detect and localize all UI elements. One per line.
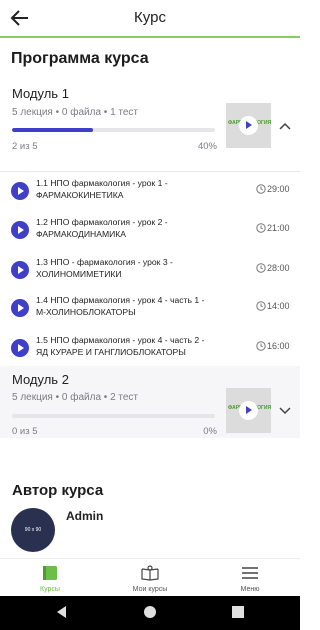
lesson-title: 1.5 НПО фармакология - урок 4 - часть 2 … bbox=[36, 335, 205, 357]
lesson-duration: 21:00 bbox=[267, 223, 290, 233]
module-meta: 5 лекция • 0 файла • 2 тест bbox=[12, 392, 139, 403]
nav-label: Меню bbox=[240, 586, 260, 593]
lesson-list: 1.1 НПО фармакология - урок 1 - ФАРМАКОК… bbox=[0, 171, 300, 357]
play-icon[interactable] bbox=[11, 299, 29, 317]
app-bar: Курс bbox=[0, 0, 300, 38]
clock-icon bbox=[256, 301, 266, 311]
module-thumbnail[interactable]: ФАРМАКОЛОГИЯ bbox=[226, 388, 271, 433]
nav-item-courses[interactable]: Курсы bbox=[0, 559, 100, 597]
nav-item-my-courses[interactable]: Мои курсы bbox=[100, 559, 200, 597]
page-title: Курс bbox=[134, 9, 166, 26]
lesson-item[interactable]: 1.2 НПО фармакология - урок 2 - ФАРМАКОД… bbox=[0, 211, 300, 249]
play-icon[interactable] bbox=[11, 339, 29, 357]
lesson-duration: 16:00 bbox=[267, 341, 290, 351]
module-progress-fill bbox=[12, 128, 94, 132]
lesson-title: 1.2 НПО фармакология - урок 2 - ФАРМАКОД… bbox=[36, 217, 168, 239]
module-progress-percent: 0% bbox=[203, 426, 217, 437]
nav-item-menu[interactable]: Меню bbox=[200, 559, 300, 597]
module-progress-bar bbox=[12, 414, 215, 418]
system-back-icon[interactable] bbox=[55, 605, 69, 619]
clock-icon bbox=[256, 341, 266, 351]
author-name[interactable]: Admin bbox=[66, 509, 103, 523]
nav-label: Курсы bbox=[40, 586, 60, 593]
lesson-item[interactable]: 1.3 НПО - фармакология - урок 3 - ХОЛИНО… bbox=[0, 251, 300, 289]
lesson-title: 1.3 НПО - фармакология - урок 3 - ХОЛИНО… bbox=[36, 257, 173, 279]
lesson-title: 1.4 НПО фармакология - урок 4 - часть 1 … bbox=[36, 295, 205, 317]
avatar: 90 x 90 bbox=[11, 508, 55, 552]
play-icon bbox=[239, 116, 258, 135]
module-title: Модуль 2 bbox=[12, 372, 69, 387]
chevron-down-icon[interactable] bbox=[279, 407, 291, 415]
module-progress-bar bbox=[12, 128, 215, 132]
module-progress-count: 2 из 5 bbox=[12, 141, 38, 152]
lesson-duration: 28:00 bbox=[267, 263, 290, 273]
lesson-item[interactable]: 1.1 НПО фармакология - урок 1 - ФАРМАКОК… bbox=[0, 172, 300, 210]
play-icon bbox=[239, 401, 258, 420]
play-icon[interactable] bbox=[11, 182, 29, 200]
clock-icon bbox=[256, 223, 266, 233]
lesson-duration: 14:00 bbox=[267, 301, 290, 311]
module-title: Модуль 1 bbox=[12, 86, 69, 101]
book-icon bbox=[141, 565, 159, 581]
chevron-up-icon[interactable] bbox=[279, 122, 291, 130]
courses-icon bbox=[43, 566, 57, 580]
lesson-duration: 29:00 bbox=[267, 184, 290, 194]
system-navigation-bar bbox=[0, 596, 300, 630]
menu-icon bbox=[242, 567, 258, 579]
lesson-item[interactable]: 1.4 НПО фармакология - урок 4 - часть 1 … bbox=[0, 289, 300, 327]
module-thumbnail[interactable]: ФАРМАКОЛОГИЯ bbox=[226, 103, 271, 148]
nav-label: Мои курсы bbox=[132, 586, 168, 593]
play-icon[interactable] bbox=[11, 261, 29, 279]
bottom-navigation: Курсы Мои курсы Меню bbox=[0, 558, 300, 596]
module-meta: 5 лекция • 0 файла • 1 тест bbox=[12, 107, 139, 118]
program-heading: Программа курса bbox=[11, 50, 149, 67]
system-recents-icon[interactable] bbox=[232, 606, 244, 618]
clock-icon bbox=[256, 263, 266, 273]
module-progress-count: 0 из 5 bbox=[12, 426, 38, 437]
system-home-icon[interactable] bbox=[143, 605, 157, 619]
module-progress-percent: 40% bbox=[197, 141, 217, 152]
author-heading: Автор курса bbox=[12, 482, 104, 499]
play-icon[interactable] bbox=[11, 221, 29, 239]
lesson-item[interactable]: 1.5 НПО фармакология - урок 4 - часть 2 … bbox=[0, 329, 300, 367]
lesson-title: 1.1 НПО фармакология - урок 1 - ФАРМАКОК… bbox=[36, 178, 168, 200]
clock-icon bbox=[256, 184, 266, 194]
